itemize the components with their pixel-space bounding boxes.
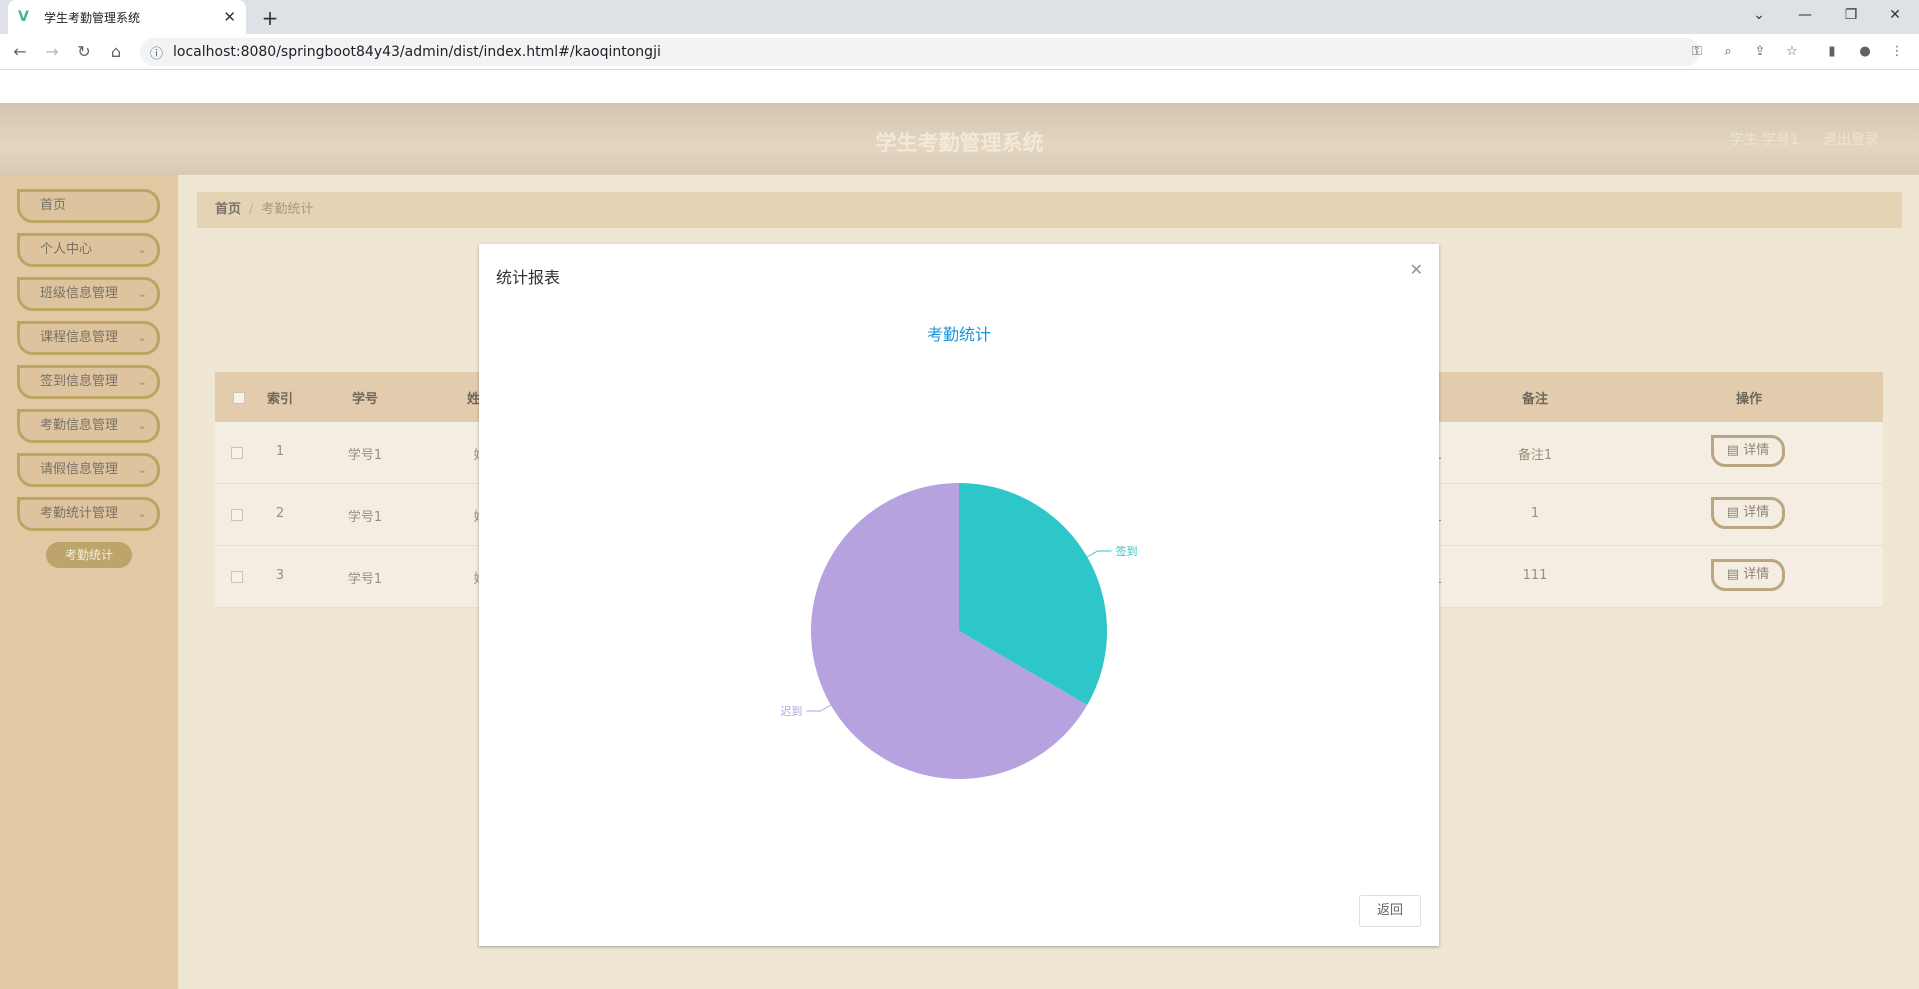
pie-label-0: 签到 [1116,544,1138,558]
share-icon[interactable]: ⇪ [1750,42,1770,62]
new-tab-icon[interactable]: + [256,4,284,32]
address-bar[interactable]: ⓘ localhost:8080/springboot84y43/admin/d… [140,38,1700,66]
profile-icon[interactable]: ● [1855,42,1875,62]
minimize-icon[interactable]: — [1782,0,1828,30]
stats-dialog: 统计报表 ✕ 考勤统计 签到迟到 返回 [479,244,1439,946]
forward-arrow-icon[interactable]: → [40,40,64,64]
home-icon[interactable]: ⌂ [104,40,128,64]
pie-label-line-0 [1086,550,1112,558]
pie-label-line-1 [806,704,832,712]
restore-icon[interactable]: ❐ [1828,0,1874,30]
close-icon[interactable]: ✕ [1410,260,1423,279]
reload-icon[interactable]: ↻ [72,40,96,64]
vue-logo-icon: V [18,9,29,25]
back-arrow-icon[interactable]: ← [8,40,32,64]
bookmark-star-icon[interactable]: ☆ [1782,42,1802,62]
dialog-title: 统计报表 [496,268,561,287]
url-text: localhost:8080/springboot84y43/admin/dis… [173,44,661,60]
tab-title: 学生考勤管理系统 [44,10,141,25]
key-icon[interactable]: ⚿ [1687,42,1707,62]
back-button[interactable]: 返回 [1359,895,1421,927]
close-tab-icon[interactable]: ✕ [223,8,236,26]
pie-chart: 签到迟到 [780,483,1138,779]
close-window-icon[interactable]: ✕ [1872,0,1918,30]
side-panel-icon[interactable]: ▮ [1822,42,1842,62]
chart-title: 考勤统计 [926,325,991,344]
browser-tab[interactable]: V 学生考勤管理系统 ✕ [8,0,246,34]
browser-tabstrip [0,0,1919,34]
menu-kebab-icon[interactable]: ⋮ [1887,42,1907,62]
pie-label-1: 迟到 [780,705,802,718]
site-info-icon[interactable]: ⓘ [150,43,163,62]
chevron-down-icon[interactable]: ⌄ [1736,0,1782,30]
zoom-icon[interactable]: ⌕ [1718,42,1738,62]
